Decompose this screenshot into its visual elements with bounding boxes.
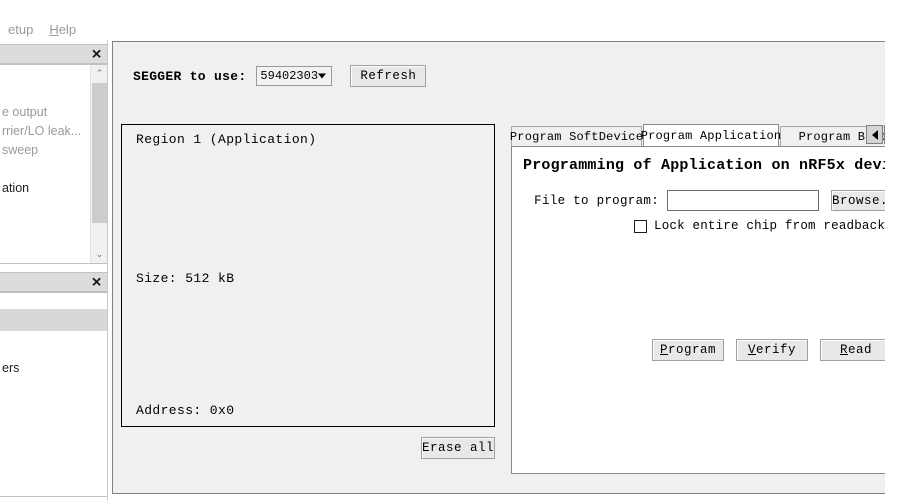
chevron-left-icon (872, 130, 878, 140)
scroll-down-icon[interactable]: ⌄ (91, 246, 108, 263)
close-icon[interactable]: ✕ (91, 276, 102, 289)
dock-panel-top-titlebar: ✕ (0, 44, 108, 64)
list-item[interactable] (0, 160, 90, 179)
dock-panel-bottom: ✕ ers (0, 272, 108, 497)
dock-column-divider (107, 40, 108, 500)
file-to-program-input[interactable] (667, 190, 819, 211)
list-item[interactable]: ers (0, 359, 107, 378)
background-menubar: etup Help (0, 18, 112, 40)
program-button-rest: rogram (668, 343, 716, 357)
lock-chip-checkbox[interactable] (634, 220, 647, 233)
memory-region-box[interactable]: Region 1 (Application) Size: 512 kB Addr… (121, 124, 495, 427)
dock-panel-top-body: e output rrier/LO leak... sweep ation ⌃ … (0, 64, 108, 264)
lock-chip-label: Lock entire chip from readback (654, 219, 885, 233)
region-address: Address: 0x0 (136, 403, 234, 418)
action-buttons-row: Program Verify Read (652, 339, 892, 361)
tab-program-application[interactable]: Program Application (643, 124, 779, 146)
erase-all-button[interactable]: Erase all (421, 437, 495, 459)
file-to-program-row: File to program: Browse... (512, 190, 905, 211)
menu-item-help[interactable]: Help (41, 22, 84, 37)
scroll-up-icon[interactable]: ⌃ (91, 65, 108, 82)
close-icon[interactable]: ✕ (91, 48, 102, 61)
dock-panel-top-scrollbar[interactable]: ⌃ ⌄ (90, 65, 107, 263)
list-item[interactable]: e output (0, 103, 90, 122)
window-right-clip (885, 41, 913, 494)
list-item[interactable] (0, 293, 107, 309)
tab-scroll-left-button[interactable] (866, 125, 883, 144)
tabstrip: Program SoftDevice Program Application P… (511, 124, 906, 146)
region-title: Region 1 (Application) (136, 132, 316, 147)
menu-item-help-rest: elp (59, 22, 76, 37)
tab-heading: Programming of Application on nRF5x devi (523, 157, 891, 174)
list-item[interactable] (0, 84, 90, 103)
segger-dropdown-value: 59402303 (257, 69, 318, 83)
segger-dropdown[interactable]: 59402303 (256, 66, 332, 86)
verify-button[interactable]: Verify (736, 339, 808, 361)
verify-button-rest: erify (756, 343, 796, 357)
dock-panel-bottom-body: ers (0, 292, 108, 497)
screen-root: etup Help ✕ e output rrier/LO leak... sw… (0, 0, 913, 500)
dock-panel-top-list[interactable]: e output rrier/LO leak... sweep ation (0, 65, 90, 263)
region-size: Size: 512 kB (136, 271, 234, 286)
program-tabpanel: Program SoftDevice Program Application P… (511, 124, 906, 474)
chevron-down-icon (318, 74, 326, 79)
dock-panel-top: ✕ e output rrier/LO leak... sweep ation … (0, 44, 108, 264)
tab-program-softdevice[interactable]: Program SoftDevice (511, 126, 642, 146)
list-item[interactable] (0, 65, 90, 84)
list-item[interactable]: ation (0, 179, 90, 198)
dock-panel-bottom-list[interactable]: ers (0, 293, 107, 496)
refresh-button[interactable]: Refresh (350, 65, 426, 87)
menu-item-setup[interactable]: etup (0, 22, 41, 37)
list-item[interactable] (0, 309, 107, 331)
list-item[interactable]: rrier/LO leak... (0, 122, 90, 141)
list-item[interactable] (0, 331, 107, 359)
file-to-program-label: File to program: (512, 194, 667, 208)
tab-content-panel: Programming of Application on nRF5x devi… (511, 146, 906, 474)
read-button[interactable]: Read (820, 339, 892, 361)
segger-selector-row: SEGGER to use: 59402303 Refresh (133, 65, 426, 87)
dock-panel-bottom-titlebar: ✕ (0, 272, 108, 292)
segger-label: SEGGER to use: (133, 69, 246, 84)
list-item[interactable]: sweep (0, 141, 90, 160)
lock-chip-checkbox-row[interactable]: Lock entire chip from readback (634, 219, 885, 233)
program-button[interactable]: Program (652, 339, 724, 361)
read-button-rest: ead (848, 343, 872, 357)
scrollbar-thumb[interactable] (92, 83, 107, 223)
main-window: SEGGER to use: 59402303 Refresh Region 1… (112, 41, 913, 494)
